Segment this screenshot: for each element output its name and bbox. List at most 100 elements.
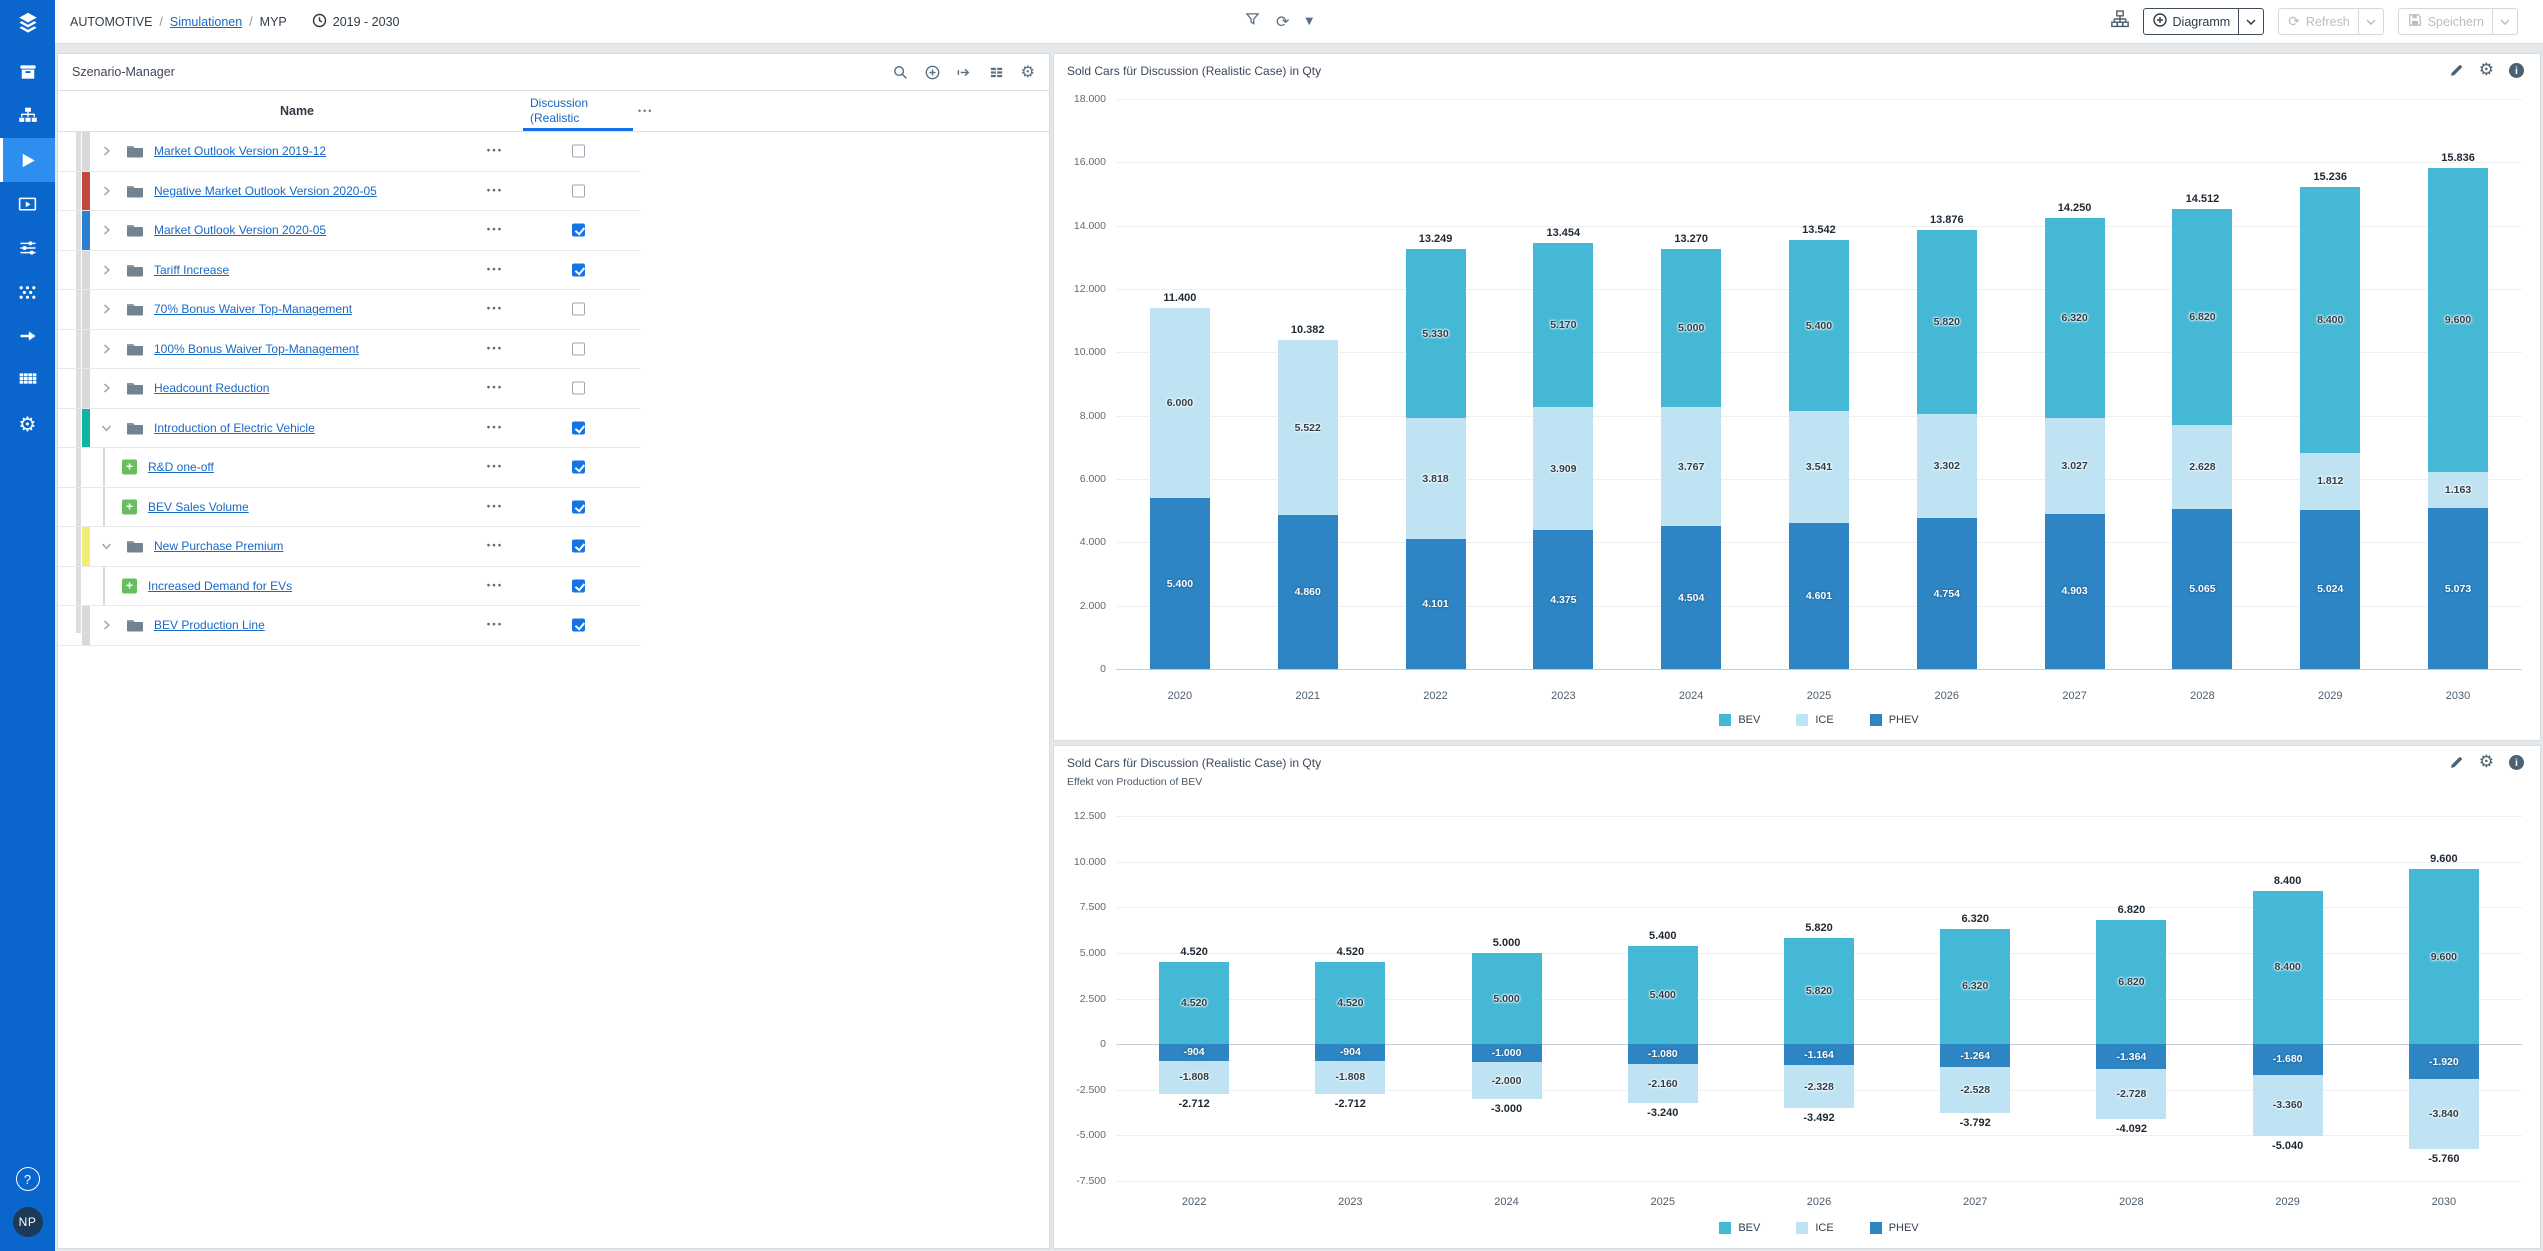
avatar[interactable]: NP	[13, 1207, 43, 1237]
gear-icon[interactable]: ⚙	[2479, 754, 2494, 771]
bar-total-label: 4.520	[1337, 946, 1365, 958]
row-menu-button[interactable]: •••	[478, 620, 512, 631]
scenario-link[interactable]: New Purchase Premium	[154, 539, 283, 553]
chevron-right-icon[interactable]	[100, 303, 113, 316]
row-menu-button[interactable]: •••	[478, 462, 512, 473]
circle-plus-icon[interactable]	[925, 65, 940, 80]
bar-group: -1.164-2.3285.8205.820-3.492	[1784, 816, 1854, 1181]
hierarchy-icon[interactable]	[2111, 10, 2129, 33]
checkbox-unchecked[interactable]	[572, 342, 585, 355]
legend-swatch	[1870, 1222, 1882, 1234]
row-menu-button[interactable]: •••	[478, 264, 512, 275]
legend-item-bev[interactable]: BEV	[1719, 714, 1760, 726]
checkbox-checked[interactable]	[572, 540, 585, 553]
checkbox-checked[interactable]	[572, 421, 585, 434]
legend-item-bev[interactable]: BEV	[1719, 1222, 1760, 1234]
scenario-link[interactable]: Market Outlook Version 2019-12	[154, 144, 326, 158]
sidebar-item-simulation[interactable]	[0, 138, 55, 182]
scenario-link[interactable]: Market Outlook Version 2020-05	[154, 223, 326, 237]
chevron-down-icon[interactable]	[2238, 9, 2263, 34]
breadcrumb-link-simulationen[interactable]: Simulationen	[170, 15, 242, 29]
checkbox-checked[interactable]	[572, 500, 585, 513]
chevron-down-icon[interactable]	[100, 540, 113, 553]
search-icon[interactable]	[893, 65, 908, 80]
row-menu-button[interactable]: •••	[478, 541, 512, 552]
sidebar-item-transfer[interactable]	[0, 314, 55, 358]
sidebar-item-archive[interactable]	[0, 50, 55, 94]
chevron-down-icon[interactable]: ▼	[1305, 16, 1313, 27]
chevron-right-icon[interactable]	[100, 263, 113, 276]
legend-item-ice[interactable]: ICE	[1796, 714, 1833, 726]
assumption-link[interactable]: R&D one-off	[148, 460, 214, 474]
topbar-actions: Diagramm ⟳ Refresh Speichern	[2111, 0, 2518, 43]
checkbox-checked[interactable]	[572, 224, 585, 237]
legend-item-ice[interactable]: ICE	[1796, 1222, 1833, 1234]
row-menu-button[interactable]: •••	[478, 580, 512, 591]
sidebar-item-presentation[interactable]	[0, 182, 55, 226]
edit-pencil-icon[interactable]	[2449, 755, 2464, 770]
add-diagram-button[interactable]: Diagramm	[2143, 8, 2265, 35]
sidebar-item-drivers[interactable]	[0, 226, 55, 270]
edit-pencil-icon[interactable]	[2449, 63, 2464, 78]
legend-item-phev[interactable]: PHEV	[1870, 1222, 1919, 1234]
checkbox-checked[interactable]	[572, 461, 585, 474]
bar-segment-ice: 3.541	[1789, 411, 1849, 523]
checkbox-unchecked[interactable]	[572, 145, 585, 158]
row-menu-button[interactable]: •••	[478, 225, 512, 236]
filter-icon[interactable]	[1245, 12, 1260, 32]
list-columns-icon[interactable]	[989, 65, 1004, 80]
scenario-link[interactable]: Negative Market Outlook Version 2020-05	[154, 184, 377, 198]
chevron-down-icon[interactable]	[100, 421, 113, 434]
bar-segment-ice: 3.302	[1917, 414, 1977, 519]
column-menu-button[interactable]: •••	[638, 106, 653, 116]
row-menu-button[interactable]: •••	[478, 185, 512, 196]
row-menu-button[interactable]: •••	[478, 501, 512, 512]
row-menu-button[interactable]: •••	[478, 422, 512, 433]
scenario-link[interactable]: Introduction of Electric Vehicle	[154, 421, 315, 435]
chevron-right-icon[interactable]	[100, 224, 113, 237]
row-menu-button[interactable]: •••	[478, 304, 512, 315]
scenario-link[interactable]: Headcount Reduction	[154, 381, 269, 395]
row-accent-bar	[82, 290, 90, 329]
scenario-link[interactable]: Tariff Increase	[154, 263, 229, 277]
checkbox-checked[interactable]	[572, 579, 585, 592]
bar-group: 4.5043.7675.00013.270	[1661, 99, 1721, 669]
app-logo[interactable]	[0, 0, 55, 50]
sidebar-item-model[interactable]	[0, 270, 55, 314]
column-header-name[interactable]: Name	[76, 104, 518, 118]
bar-group: 4.3753.9095.17013.454	[1533, 99, 1593, 669]
scenario-link[interactable]: 100% Bonus Waiver Top-Management	[154, 342, 359, 356]
column-header-discussion[interactable]: Discussion (Realistic	[530, 96, 588, 125]
info-icon[interactable]: i	[2509, 755, 2524, 770]
assumption-link[interactable]: Increased Demand for EVs	[148, 579, 292, 593]
chevron-right-icon[interactable]	[100, 342, 113, 355]
row-menu-button[interactable]: •••	[478, 146, 512, 157]
checkbox-checked[interactable]	[572, 619, 585, 632]
chevron-right-icon[interactable]	[100, 382, 113, 395]
export-arrow-icon[interactable]	[957, 65, 972, 80]
row-menu-button[interactable]: •••	[478, 383, 512, 394]
scenario-link[interactable]: BEV Production Line	[154, 618, 265, 632]
gear-icon[interactable]: ⚙	[2479, 62, 2494, 79]
save-button[interactable]: Speichern	[2398, 8, 2518, 35]
checkbox-unchecked[interactable]	[572, 184, 585, 197]
checkbox-unchecked[interactable]	[572, 303, 585, 316]
sidebar-item-settings[interactable]: ⚙	[0, 402, 55, 446]
sidebar-item-data[interactable]	[0, 358, 55, 402]
chevron-right-icon[interactable]	[100, 184, 113, 197]
refresh-button[interactable]: ⟳ Refresh	[2278, 8, 2384, 35]
row-menu-button[interactable]: •••	[478, 343, 512, 354]
scenario-link[interactable]: 70% Bonus Waiver Top-Management	[154, 302, 352, 316]
chevron-right-icon[interactable]	[100, 619, 113, 632]
y-tick-label: 7.500	[1054, 901, 1106, 913]
checkbox-checked[interactable]	[572, 263, 585, 276]
sidebar-item-sitemap[interactable]	[0, 94, 55, 138]
gear-icon[interactable]: ⚙	[1021, 64, 1035, 80]
checkbox-unchecked[interactable]	[572, 382, 585, 395]
help-icon[interactable]: ?	[16, 1167, 40, 1191]
chevron-right-icon[interactable]	[100, 145, 113, 158]
refresh-icon[interactable]: ⟳	[1276, 14, 1289, 30]
assumption-link[interactable]: BEV Sales Volume	[148, 500, 249, 514]
info-icon[interactable]: i	[2509, 63, 2524, 78]
legend-item-phev[interactable]: PHEV	[1870, 714, 1919, 726]
